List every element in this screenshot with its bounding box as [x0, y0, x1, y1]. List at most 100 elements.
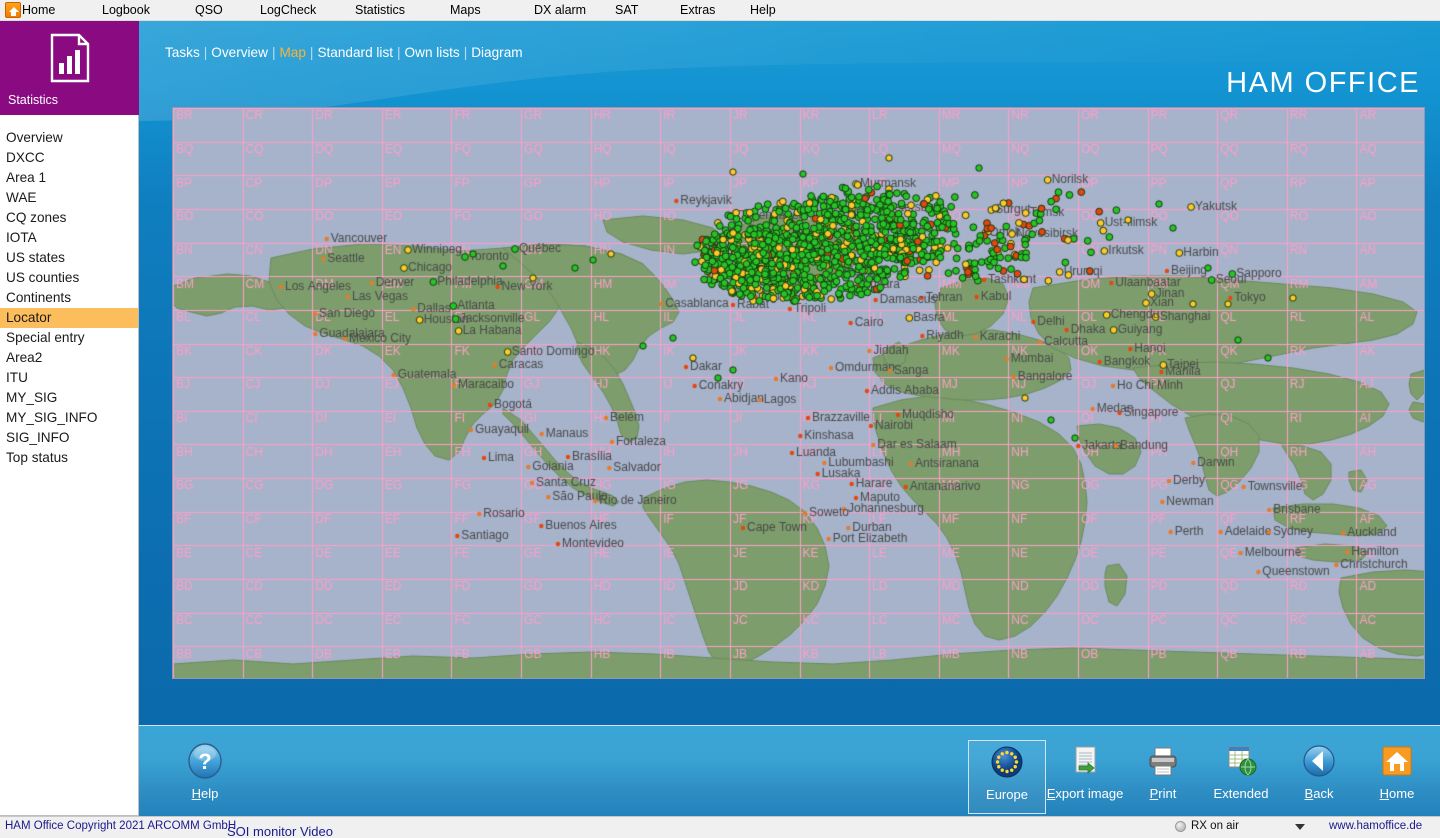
statistics-chart-icon [50, 33, 89, 83]
extended-button-label: Extended [1213, 786, 1269, 801]
sidebar-item-label: SIG_INFO [6, 430, 70, 445]
menu-item-statistics[interactable]: Statistics [355, 0, 405, 20]
copyright-text: HAM Office Copyright 2021 ARCOMM GmbH [5, 820, 237, 832]
sidebar-item-label: MY_SIG_INFO [6, 410, 98, 425]
sidebar-item-label: ITU [6, 370, 28, 385]
section-tab-bar: Tasks | Overview | Map | Standard list | Own lis… [165, 45, 523, 60]
sidebar-item-label: Special entry [6, 330, 85, 345]
sidebar-item-iota[interactable]: IOTA [0, 228, 138, 248]
sidebar-item-my-sig-info[interactable]: MY_SIG_INFO [0, 408, 138, 428]
website-link[interactable]: www.hamoffice.de [1329, 820, 1422, 832]
sidebar-item-sig-info[interactable]: SIG_INFO [0, 428, 138, 448]
sidebar-item-top-status[interactable]: Top status [0, 448, 138, 468]
export-image-button-label: Export image [1046, 786, 1124, 801]
sidebar-item-label: WAE [6, 190, 37, 205]
sidebar-item-us-states[interactable]: US states [0, 248, 138, 268]
print-button[interactable]: Print [1124, 740, 1202, 814]
menu-item-sat[interactable]: SAT [615, 0, 638, 20]
sidebar-item-label: Area2 [6, 350, 43, 365]
tab-map[interactable]: Map [279, 45, 305, 60]
sidebar-item-continents[interactable]: Continents [0, 288, 138, 308]
back-button-label: Back [1304, 786, 1334, 801]
tab-standard-list[interactable]: Standard list [317, 45, 393, 60]
sidebar-item-label: CQ zones [6, 210, 67, 225]
menu-item-home[interactable]: Home [22, 0, 55, 20]
menu-item-logcheck[interactable]: LogCheck [260, 0, 316, 20]
tab-separator: | [463, 45, 468, 60]
printer-icon [1143, 740, 1183, 782]
help-button[interactable]: ? Help [166, 740, 244, 814]
tab-separator: | [309, 45, 314, 60]
extended-button[interactable]: Extended [1202, 740, 1280, 814]
menu-item-logbook[interactable]: Logbook [102, 0, 150, 20]
status-dropdown-caret-icon[interactable] [1295, 824, 1305, 830]
print-button-label: Print [1149, 786, 1177, 801]
tab-diagram[interactable]: Diagram [471, 45, 522, 60]
sidebar-item-label: Continents [6, 290, 71, 305]
sidebar-item-area2[interactable]: Area2 [0, 348, 138, 368]
menu-item-extras[interactable]: Extras [680, 0, 715, 20]
home-button-label: Home [1379, 786, 1415, 801]
rx-status-led [1175, 820, 1186, 832]
menu-item-dx-alarm[interactable]: DX alarm [534, 0, 586, 20]
menu-item-maps[interactable]: Maps [450, 0, 481, 20]
europe-button[interactable]: Europe [968, 740, 1046, 814]
export-image-button[interactable]: Export image [1046, 740, 1124, 814]
menu-item-qso[interactable]: QSO [195, 0, 223, 20]
locator-world-map[interactable] [172, 107, 1425, 679]
tab-own-lists[interactable]: Own lists [405, 45, 460, 60]
sidebar-item-us-counties[interactable]: US counties [0, 268, 138, 288]
main-menu-bar: Home Logbook QSO LogCheck Statistics Maps DX a… [0, 0, 1440, 21]
status-divider [0, 815, 139, 816]
sidebar-item-wae[interactable]: WAE [0, 188, 138, 208]
extended-globe-table-icon [1221, 740, 1261, 782]
ham-office-brand-logo: HAM OFFICE [1226, 67, 1420, 99]
sidebar-item-cq-zones[interactable]: CQ zones [0, 208, 138, 228]
sidebar-item-label: Top status [6, 450, 68, 465]
svg-text:?: ? [198, 749, 211, 774]
sidebar-header-title: Statistics [8, 93, 59, 107]
europe-flag-icon [987, 741, 1027, 783]
sidebar-item-label: US counties [6, 270, 80, 285]
sidebar-menu-list: Overview DXCC Area 1 WAE CQ zones IOTA US stat… [0, 115, 138, 468]
tab-tasks[interactable]: Tasks [165, 45, 200, 60]
soi-monitor-video-text: SOI monitor Video [227, 824, 333, 838]
sidebar-item-label: DXCC [6, 150, 45, 165]
export-document-icon [1065, 740, 1105, 782]
back-arrow-icon [1299, 740, 1339, 782]
sidebar-item-area-1[interactable]: Area 1 [0, 168, 138, 188]
sidebar-item-overview[interactable]: Overview [0, 128, 138, 148]
sidebar-item-locator[interactable]: Locator [0, 308, 138, 328]
sidebar-item-dxcc[interactable]: DXCC [0, 148, 138, 168]
application-window: Home Logbook QSO LogCheck Statistics Maps DX a… [0, 0, 1440, 838]
sidebar-item-itu[interactable]: ITU [0, 368, 138, 388]
rx-status-label: RX on air [1191, 820, 1239, 832]
main-content-panel: Tasks | Overview | Map | Standard list | Own lis… [139, 21, 1440, 816]
tab-separator: | [203, 45, 208, 60]
rx-status-indicator[interactable]: RX on air [1175, 820, 1239, 832]
sidebar-item-label: Locator [6, 310, 52, 325]
europe-button-label: Europe [986, 787, 1028, 802]
sidebar-item-label: Area 1 [6, 170, 47, 185]
back-button[interactable]: Back [1280, 740, 1358, 814]
sidebar-item-label: IOTA [6, 230, 37, 245]
ham-office-app-icon [5, 2, 21, 18]
help-button-label: Help [191, 786, 219, 801]
home-button[interactable]: Home [1358, 740, 1436, 814]
question-mark-icon: ? [186, 740, 224, 782]
tab-overview[interactable]: Overview [211, 45, 268, 60]
status-bar: HAM Office Copyright 2021 ARCOMM GmbH SO… [0, 815, 1440, 838]
locator-map-canvas[interactable] [173, 108, 1424, 678]
toolbar-action-group: Europe Export image Print Extended Back Home [968, 733, 1436, 814]
sidebar-item-label: US states [6, 250, 65, 265]
sidebar-item-label: Overview [6, 130, 63, 145]
tab-separator: | [271, 45, 276, 60]
sidebar-item-label: MY_SIG [6, 390, 58, 405]
sidebar-header: Statistics [0, 21, 139, 115]
menu-item-help[interactable]: Help [750, 0, 776, 20]
home-icon [1377, 740, 1417, 782]
tab-separator: | [397, 45, 401, 60]
bottom-toolbar: ? Help Europe Export image Print Extended Ba… [139, 725, 1440, 816]
sidebar-item-special-entry[interactable]: Special entry [0, 328, 138, 348]
sidebar-item-my-sig[interactable]: MY_SIG [0, 388, 138, 408]
